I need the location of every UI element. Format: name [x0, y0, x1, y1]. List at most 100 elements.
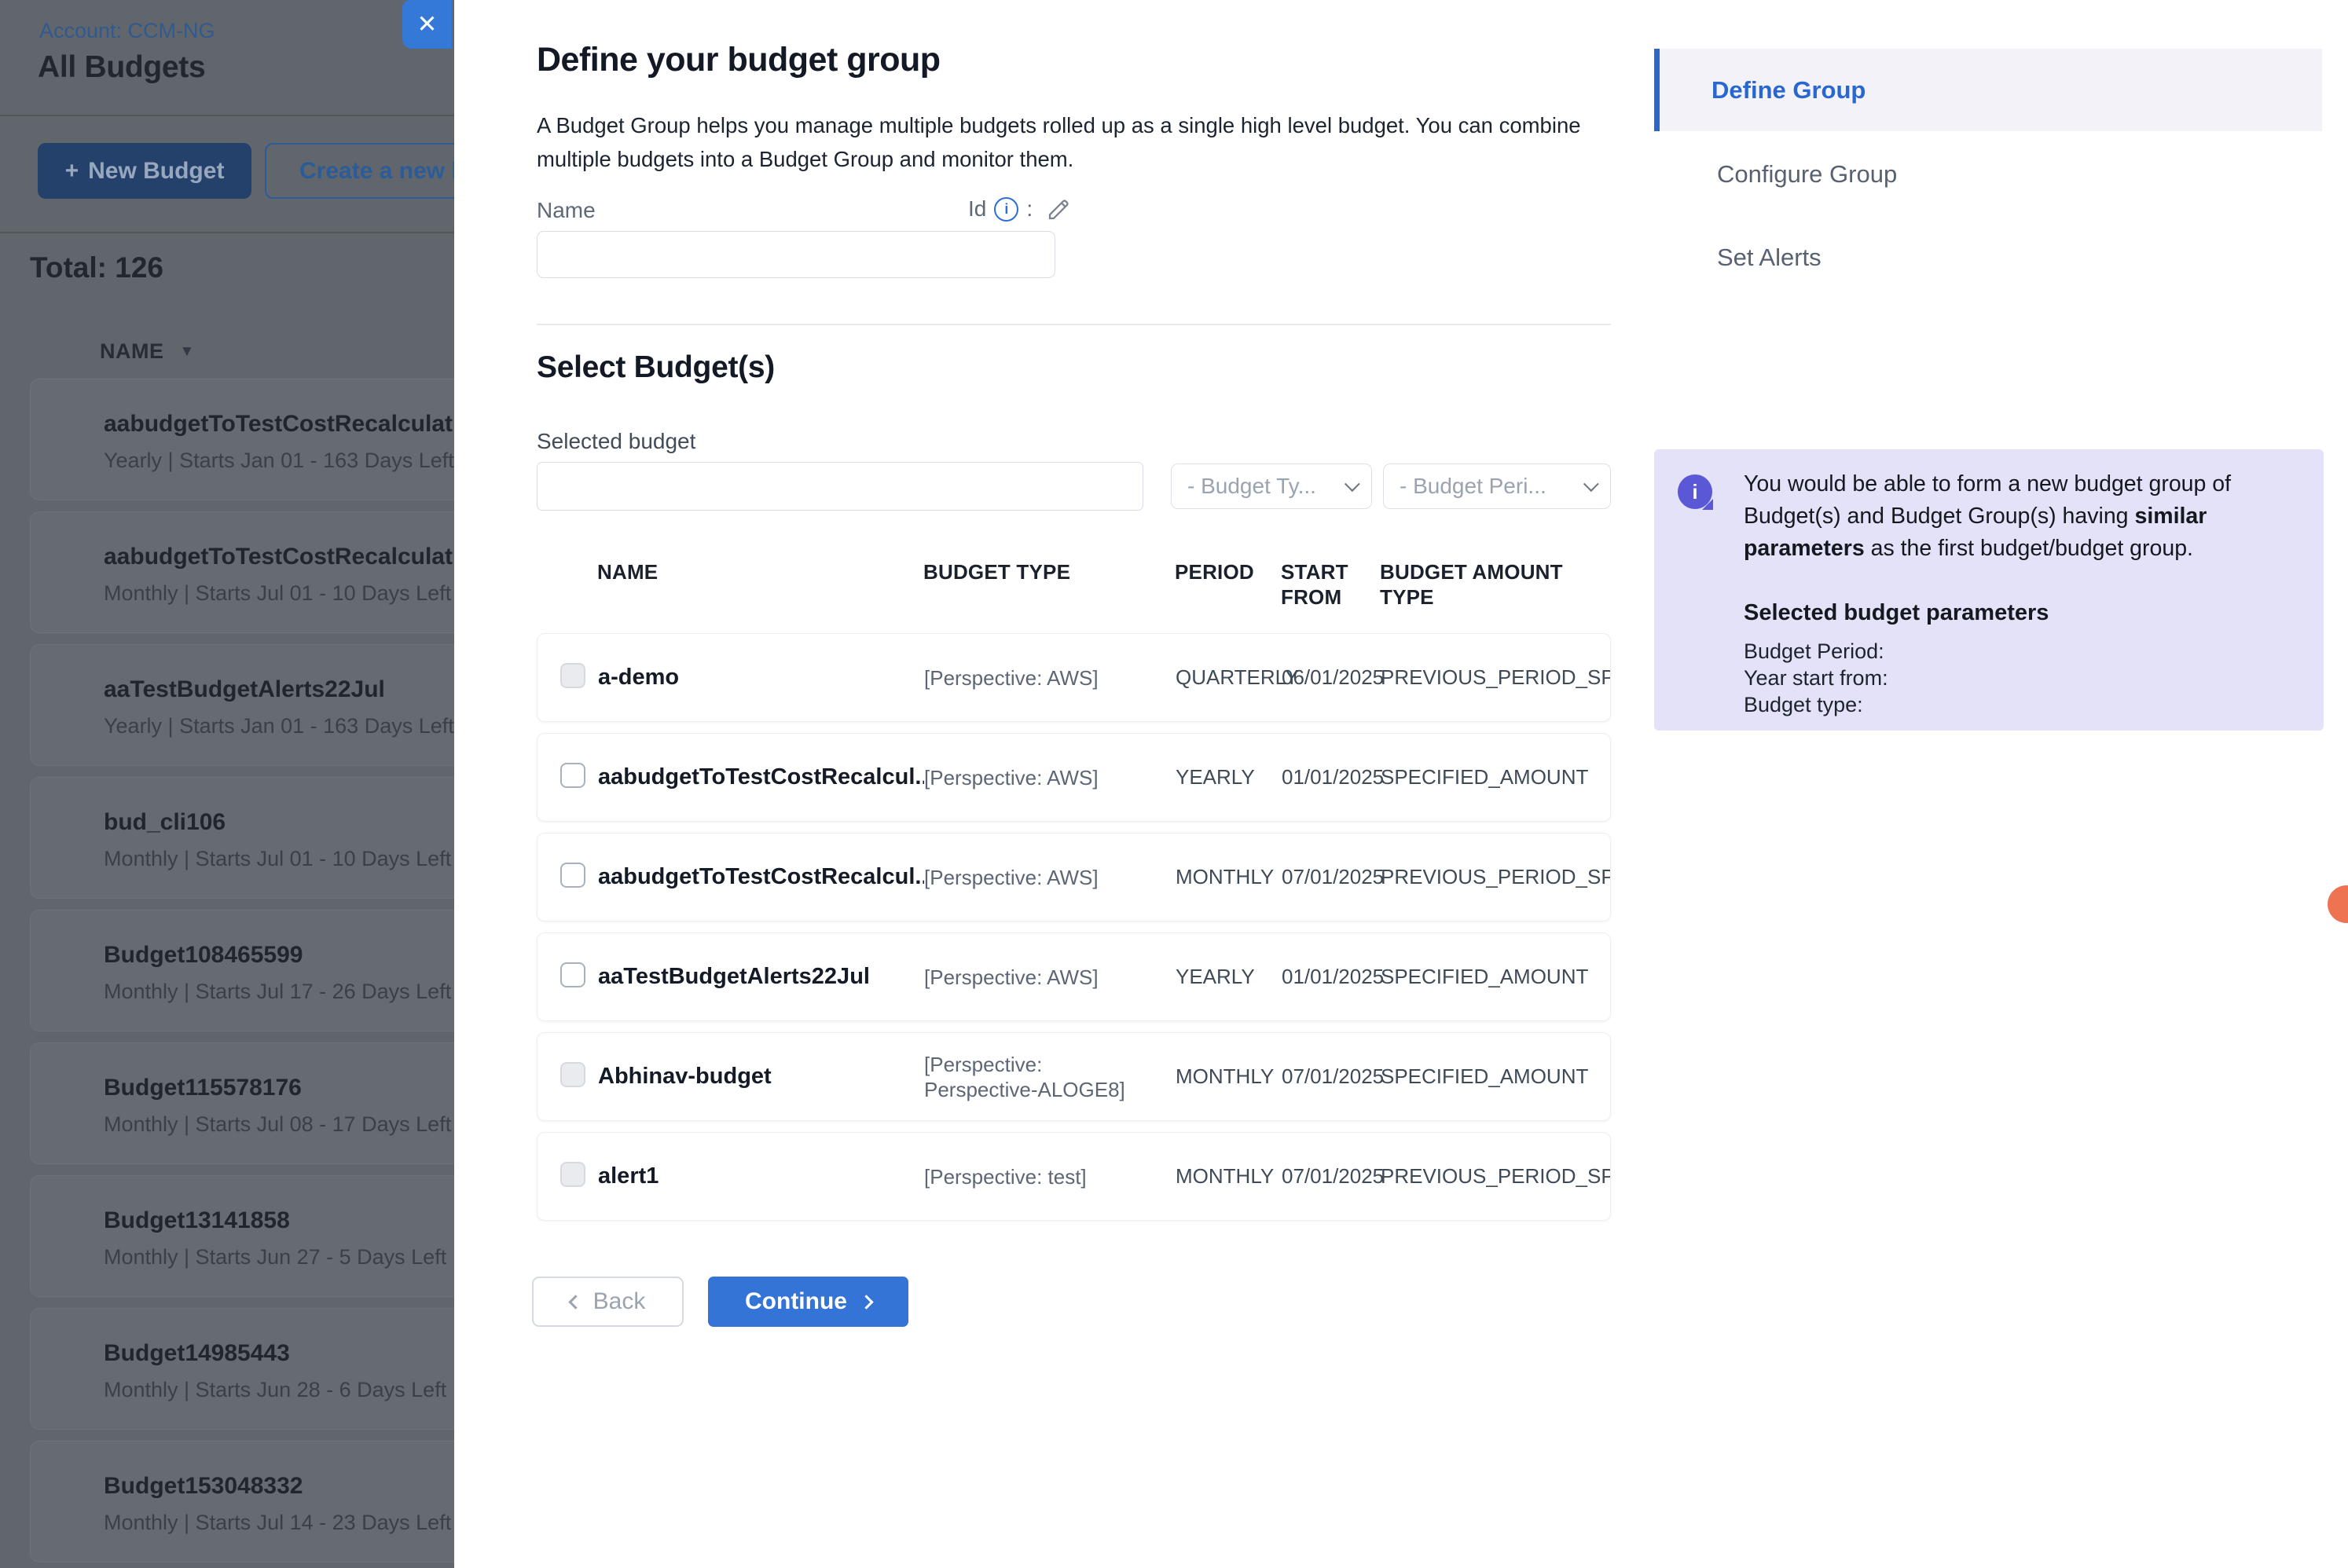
budget-type-dropdown-value: - Budget Ty...	[1187, 474, 1316, 499]
list-header-name[interactable]: NAME ▼	[100, 339, 195, 364]
budget-type-dropdown[interactable]: - Budget Ty...	[1171, 463, 1372, 509]
table-row: Abhinav-budget[Perspective: Perspective-…	[537, 1032, 1611, 1121]
row-period: MONTHLY	[1176, 1064, 1282, 1089]
header-start-from: START FROM	[1281, 559, 1380, 610]
budget-card-title: Budget153048332	[104, 1473, 303, 1500]
table-row: aabudgetToTestCostRecalcul...[Perspectiv…	[537, 733, 1611, 822]
budget-card-meta: Yearly | Starts Jan 01 - 163 Days Left	[104, 449, 454, 473]
continue-button[interactable]: Continue	[708, 1277, 908, 1327]
budget-card[interactable]: Budget115578176Monthly | Starts Jul 08 -…	[30, 1042, 454, 1164]
create-group-label: Create a new b	[299, 158, 454, 185]
param-budget-period: Budget Period:	[1744, 639, 1884, 664]
budget-card-meta: Monthly | Starts Jul 08 - 17 Days Left	[104, 1112, 451, 1137]
info-icon[interactable]: i	[994, 197, 1018, 222]
budget-card[interactable]: aaTestBudgetAlerts22JulYearly | Starts J…	[30, 644, 454, 766]
budget-period-dropdown[interactable]: - Budget Peri...	[1383, 463, 1611, 509]
row-amount-type: PREVIOUS_PERIOD_SPEND	[1381, 1164, 1610, 1189]
budget-card[interactable]: aabudgetToTestCostRecalculation2Monthly …	[30, 511, 454, 633]
row-start-from: 06/01/2025	[1282, 665, 1381, 690]
budget-table-header: NAME BUDGET TYPE PERIOD START FROM BUDGE…	[537, 559, 1611, 610]
id-label: Id	[968, 196, 986, 222]
divider	[0, 115, 454, 116]
chevron-left-icon	[568, 1295, 582, 1309]
step-define-group[interactable]: Define Group	[1654, 49, 2322, 131]
modal-description: A Budget Group helps you manage multiple…	[537, 108, 1637, 176]
row-budget-type: [Perspective: AWS]	[924, 765, 1176, 790]
budget-card[interactable]: Budget14985443Monthly | Starts Jun 28 - …	[30, 1308, 454, 1430]
row-budget-type: [Perspective: AWS]	[924, 865, 1176, 890]
table-row: alert1[Perspective: test]MONTHLY07/01/20…	[537, 1132, 1611, 1221]
budget-card-title: Budget13141858	[104, 1207, 290, 1234]
id-colon: :	[1026, 196, 1033, 222]
row-period: MONTHLY	[1176, 1164, 1282, 1189]
budget-card-meta: Monthly | Starts Jul 17 - 26 Days Left	[104, 980, 451, 1004]
header-budget-type: BUDGET TYPE	[923, 559, 1175, 584]
budget-card-title: bud_cli106	[104, 809, 226, 836]
info-bubble-icon: i	[1678, 474, 1712, 509]
budget-card[interactable]: bud_cli106Monthly | Starts Jul 01 - 10 D…	[30, 777, 454, 899]
budget-table-body: a-demo[Perspective: AWS]QUARTERLY06/01/2…	[537, 633, 1611, 1221]
row-period: YEARLY	[1176, 765, 1282, 789]
chevron-down-icon	[1583, 476, 1599, 492]
row-name: aaTestBudgetAlerts22Jul	[598, 964, 924, 990]
group-name-input[interactable]	[537, 231, 1055, 278]
new-budget-button[interactable]: + New Budget	[38, 143, 251, 199]
budget-card-title: Budget108465599	[104, 942, 303, 969]
row-start-from: 07/01/2025	[1282, 1164, 1381, 1189]
selected-budget-label: Selected budget	[537, 429, 695, 454]
budget-table: NAME BUDGET TYPE PERIOD START FROM BUDGE…	[537, 559, 1611, 1232]
row-start-from: 07/01/2025	[1282, 865, 1381, 889]
id-cluster: Id i :	[968, 195, 1073, 223]
close-icon[interactable]: ✕	[402, 0, 452, 49]
header-period: PERIOD	[1175, 559, 1281, 584]
row-checkbox	[560, 1062, 585, 1087]
account-link[interactable]: Account: CCM-NG	[39, 19, 215, 43]
table-row: aaTestBudgetAlerts22Jul[Perspective: AWS…	[537, 932, 1611, 1021]
budget-card[interactable]: Budget13141858 Monthly | Starts Jun 27 - …	[30, 1175, 454, 1297]
table-row: aabudgetToTestCostRecalcul...[Perspectiv…	[537, 833, 1611, 921]
budget-group-modal: Define your budget group A Budget Group …	[454, 0, 2348, 1568]
step-configure-group[interactable]: Configure Group	[1717, 160, 1897, 189]
table-row: a-demo[Perspective: AWS]QUARTERLY06/01/2…	[537, 633, 1611, 722]
budget-card-title: Budget14985443	[104, 1340, 290, 1367]
page-title: All Budgets	[38, 50, 205, 85]
row-checkbox	[560, 1162, 585, 1187]
budget-card-meta: Monthly | Starts Jul 01 - 10 Days Left	[104, 581, 451, 606]
info-panel: i You would be able to form a new budget…	[1654, 449, 2324, 731]
row-amount-type: SPECIFIED_AMOUNT	[1381, 1064, 1610, 1089]
divider	[537, 324, 1611, 325]
row-budget-type: [Perspective: AWS]	[924, 965, 1176, 990]
param-budget-type: Budget type:	[1744, 693, 1863, 717]
modal-title: Define your budget group	[537, 41, 941, 79]
budget-card-meta: Monthly | Starts Jul 14 - 23 Days Left	[104, 1511, 451, 1535]
plus-icon: +	[65, 158, 79, 185]
selected-budget-input[interactable]	[537, 462, 1143, 511]
row-checkbox[interactable]	[560, 962, 585, 987]
budget-card-title: aabudgetToTestCostRecalculation1	[104, 411, 454, 438]
budget-card[interactable]: Budget108465599 Monthly | Starts Jul 17 -…	[30, 910, 454, 1031]
row-budget-type: [Perspective: AWS]	[924, 665, 1176, 691]
row-start-from: 01/01/2025	[1282, 965, 1381, 989]
param-year-start: Year start from:	[1744, 666, 1888, 691]
budget-card[interactable]: Budget153048332 Monthly | Starts Jul 14 -…	[30, 1441, 454, 1563]
row-checkbox[interactable]	[560, 763, 585, 788]
edit-pencil-icon[interactable]	[1045, 195, 1073, 223]
row-budget-type: [Perspective: Perspective-ALOGE8]	[924, 1052, 1176, 1102]
step-set-alerts[interactable]: Set Alerts	[1717, 244, 1822, 272]
chevron-down-icon	[1345, 476, 1360, 492]
row-name: aabudgetToTestCostRecalcul...	[598, 764, 924, 790]
budget-period-dropdown-value: - Budget Peri...	[1400, 474, 1546, 499]
budget-card-meta: Monthly | Starts Jun 27 - 5 Days Left	[104, 1245, 446, 1269]
row-period: QUARTERLY	[1176, 665, 1282, 690]
create-budget-group-button[interactable]: Create a new b	[265, 143, 454, 199]
row-period: MONTHLY	[1176, 865, 1282, 889]
divider	[0, 232, 454, 233]
chevron-right-icon	[859, 1295, 873, 1309]
back-button[interactable]: Back	[532, 1277, 684, 1327]
total-count: Total: 126	[30, 251, 163, 284]
row-checkbox[interactable]	[560, 863, 585, 888]
budget-card[interactable]: aabudgetToTestCostRecalculation1 Yearly |…	[30, 379, 454, 500]
row-name: aabudgetToTestCostRecalcul...	[598, 864, 924, 890]
row-period: YEARLY	[1176, 965, 1282, 989]
name-field-label: Name	[537, 198, 596, 223]
